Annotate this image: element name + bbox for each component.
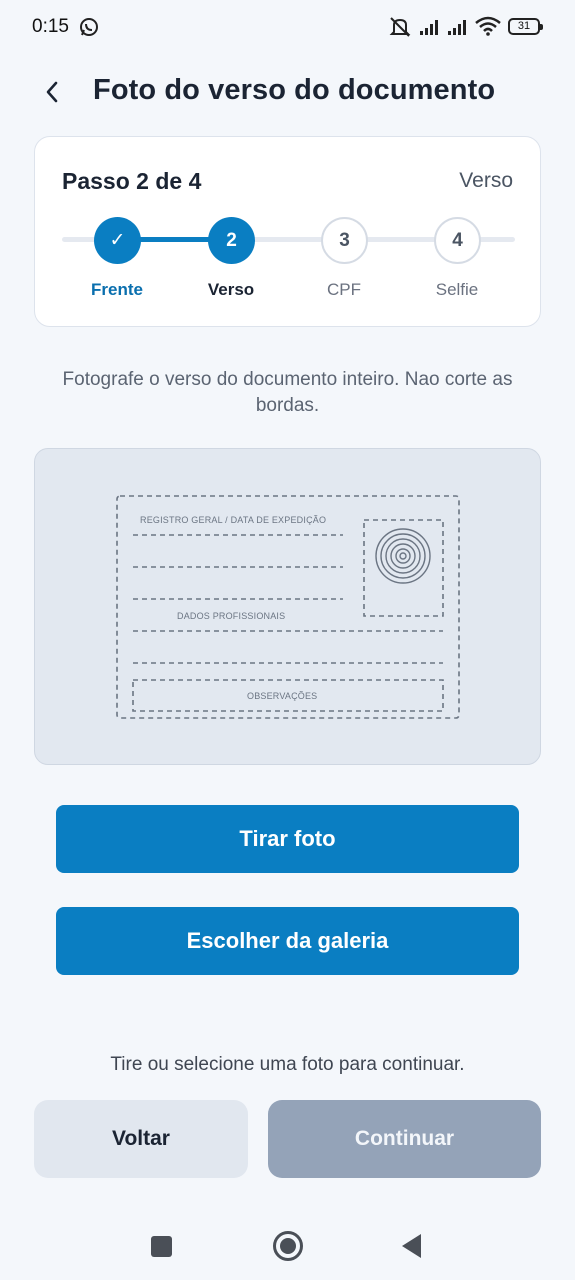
instruction-text: Fotografe o verso do documento inteiro. … (62, 369, 513, 416)
continue-button[interactable]: Continuar (268, 1100, 541, 1178)
home-icon[interactable] (273, 1231, 303, 1261)
step-4-label: Selfie (435, 280, 479, 299)
mute-icon (389, 17, 411, 37)
step-count: Passo 2 de 4 (62, 168, 202, 194)
fingerprint-icon (375, 528, 431, 584)
signal-icon (420, 20, 438, 35)
back-button[interactable]: Voltar (34, 1100, 248, 1178)
document-outline-illustration (116, 495, 460, 719)
signal-icon (448, 20, 466, 35)
observacoes-label: OBSERVAÇÕES (247, 691, 318, 701)
step-4-circle: 4 (434, 217, 481, 264)
choose-gallery-button[interactable]: Escolher da galeria (56, 907, 519, 975)
battery-icon: 31 (508, 18, 543, 35)
wifi-icon (475, 16, 501, 36)
step-current-label: Verso (459, 169, 513, 192)
recent-apps-icon[interactable] (151, 1236, 172, 1257)
step-3-label: CPF (327, 280, 361, 299)
document-preview: REGISTRO GERAL / DATA DE EXPEDIÇÃO DADOS… (34, 448, 541, 765)
registro-geral-label: REGISTRO GERAL / DATA DE EXPEDIÇÃO (140, 515, 327, 525)
step-1-check-icon: ✓ (94, 217, 141, 264)
chevron-left-icon[interactable] (36, 76, 68, 108)
status-bar: 0:15 31 (0, 0, 575, 56)
status-time: 0:15 (32, 16, 69, 37)
step-2-label: Verso (207, 280, 255, 299)
step-1-label: Frente (91, 280, 143, 299)
nav-back-icon[interactable] (402, 1234, 421, 1258)
hint-text: Tire ou selecione uma foto para continua… (110, 1054, 465, 1075)
whatsapp-icon (80, 18, 98, 36)
step-3-circle: 3 (321, 217, 368, 264)
dados-profissionais-label: DADOS PROFISSIONAIS (177, 611, 286, 621)
stepper-card: Passo 2 de 4 Verso ✓ 2 3 4 Frente Verso … (34, 136, 541, 327)
take-photo-button[interactable]: Tirar foto (56, 805, 519, 873)
page-title: Foto do verso do documento (93, 74, 496, 106)
step-2-circle: 2 (208, 217, 255, 264)
